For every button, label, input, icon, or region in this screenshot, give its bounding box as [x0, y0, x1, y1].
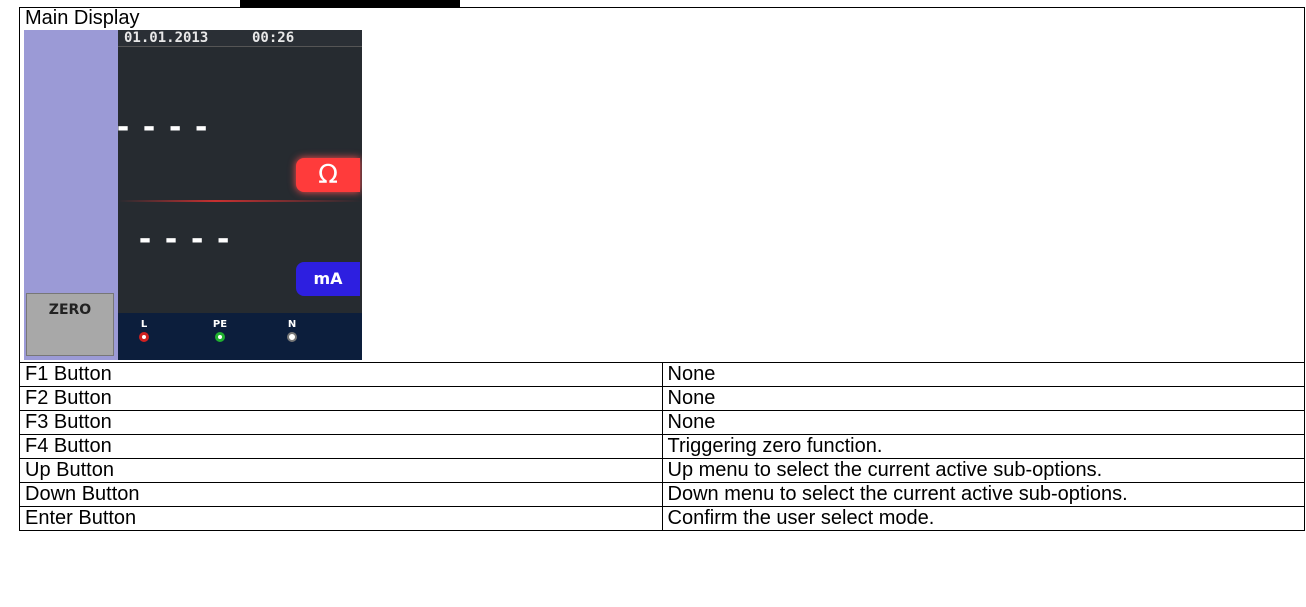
ohm-unit-badge: Ω: [296, 158, 360, 192]
display-row: Main Display ZERO 01.01.2013 00:26 ---- …: [19, 7, 1305, 363]
table-row: F2 Button None: [19, 386, 1305, 411]
table-row: Up Button Up menu to select the current …: [19, 458, 1305, 483]
status-bar: 01.01.2013 00:26: [118, 30, 362, 47]
button-name: F4 Button: [19, 434, 663, 459]
terminal-pe-icon: [215, 332, 225, 342]
button-function-table: Main Display ZERO 01.01.2013 00:26 ---- …: [19, 7, 1305, 531]
main-display-cell: Main Display ZERO 01.01.2013 00:26 ---- …: [19, 7, 1305, 363]
terminal-n-icon: [287, 332, 297, 342]
terminal-n: N: [282, 319, 302, 342]
zero-softkey[interactable]: ZERO: [26, 293, 114, 356]
button-name: F3 Button: [19, 410, 663, 435]
button-name: Down Button: [19, 482, 663, 507]
section-title: Main Display: [25, 7, 140, 29]
terminal-n-label: N: [287, 319, 297, 330]
terminal-pe-label: PE: [212, 319, 228, 330]
status-time: 00:26: [252, 30, 295, 46]
table-row: F3 Button None: [19, 410, 1305, 435]
top-strip: [0, 0, 1306, 7]
device-screen: ZERO 01.01.2013 00:26 ---- Ω ---- mA L P…: [24, 30, 362, 360]
button-description: Triggering zero function.: [661, 434, 1305, 459]
terminal-l-icon: [139, 332, 149, 342]
terminal-bar: L PE N: [118, 313, 362, 360]
button-name: Enter Button: [19, 506, 663, 531]
button-description: Down menu to select the current active s…: [661, 482, 1305, 507]
terminal-pe: PE: [210, 319, 230, 342]
status-date: 01.01.2013: [124, 30, 209, 46]
resistance-reading: ----: [114, 110, 219, 145]
button-description: Confirm the user select mode.: [661, 506, 1305, 531]
button-name: Up Button: [19, 458, 663, 483]
terminal-l: L: [134, 319, 154, 342]
zero-softkey-label: ZERO: [48, 302, 92, 318]
top-strip-mark: [240, 0, 460, 7]
table-row: Enter Button Confirm the user select mod…: [19, 506, 1305, 531]
milliamp-unit-badge: mA: [296, 262, 360, 296]
button-description: None: [661, 410, 1305, 435]
current-reading: ----: [136, 222, 241, 257]
resistance-divider: [118, 200, 362, 202]
button-description: None: [661, 386, 1305, 411]
button-description: None: [661, 362, 1305, 387]
button-description: Up menu to select the current active sub…: [661, 458, 1305, 483]
button-name: F1 Button: [19, 362, 663, 387]
button-name: F2 Button: [19, 386, 663, 411]
table-row: F4 Button Triggering zero function.: [19, 434, 1305, 459]
table-row: F1 Button None: [19, 362, 1305, 387]
table-row: Down Button Down menu to select the curr…: [19, 482, 1305, 507]
terminal-l-label: L: [140, 319, 148, 330]
